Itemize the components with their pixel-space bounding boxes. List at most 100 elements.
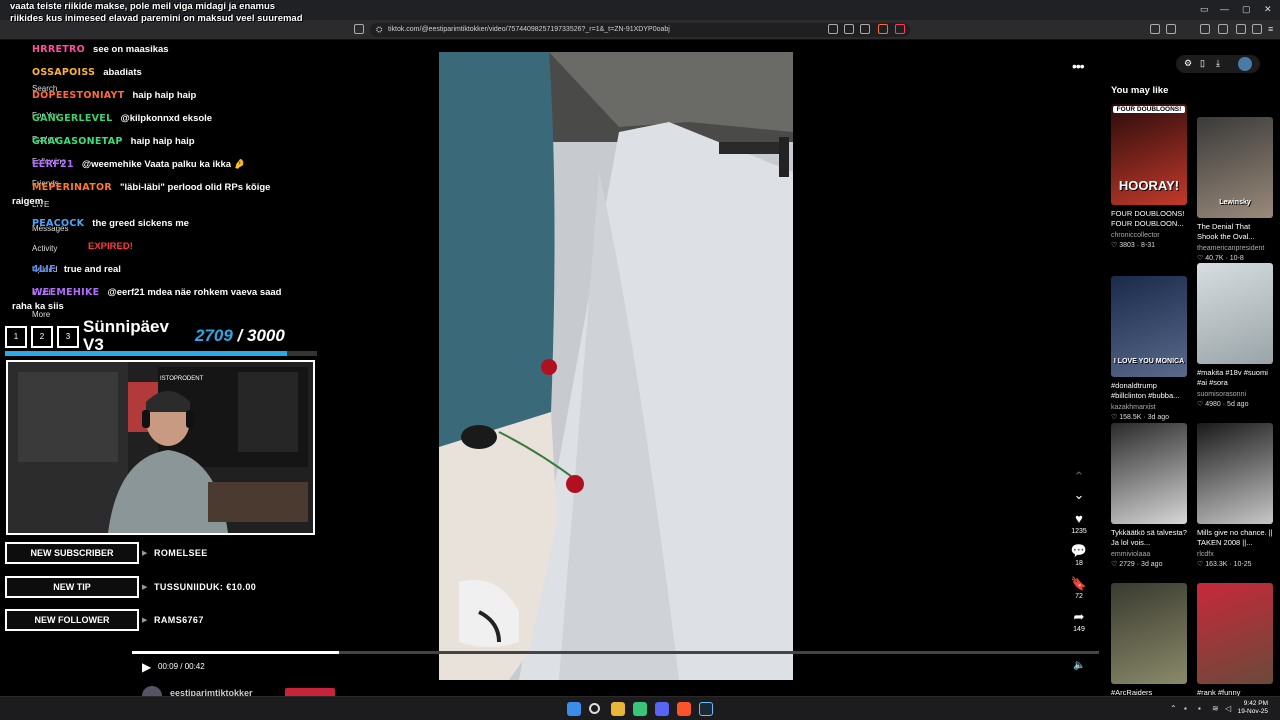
chat-text: @kilpkonnxd eksole xyxy=(120,113,213,124)
maximize-icon[interactable]: ▢ xyxy=(1242,4,1251,15)
video-thumbnail[interactable] xyxy=(1111,583,1187,684)
alert-new-tip-value: TUSSUNIIDUK: €10.00 xyxy=(154,582,257,592)
video-progress-bar[interactable] xyxy=(132,651,1099,654)
heart-outline-icon: ♡ xyxy=(1111,242,1120,249)
discord-icon[interactable] xyxy=(655,702,669,716)
heart-outline-icon: ♡ xyxy=(1111,561,1120,568)
chat-message: OSSAPOISS abadiats xyxy=(12,67,142,78)
video-author[interactable]: chroniccollector xyxy=(1111,231,1187,241)
like-button[interactable]: ♥ 1235 xyxy=(1064,512,1094,536)
picture-in-picture-icon[interactable] xyxy=(844,24,854,34)
video-progress-fill xyxy=(132,651,339,654)
recommended-video-card[interactable]: I LOVE YOU MONICA #donaldtrump #billclint… xyxy=(1111,276,1187,423)
site-info-icon[interactable]: ⛭ xyxy=(376,23,382,37)
video-thumbnail[interactable]: FOUR DOUBLOONS! HOORAY! xyxy=(1111,104,1187,205)
screen: ▭ — ▢ ✕ ⛭ tiktok.com/@eestiparimtiktokke… xyxy=(0,0,1280,720)
url-text: tiktok.com/@eestiparimtiktokker/video/75… xyxy=(388,26,670,33)
thumbnail-caption: HOORAY! xyxy=(1118,178,1180,193)
system-clock[interactable]: 9:42 PM 19-Nov-25 xyxy=(1238,700,1268,716)
chat-username: OSSAPOISS xyxy=(32,67,96,78)
previous-video-button[interactable]: ⌃ xyxy=(1064,470,1094,484)
video-meta: ♡ 4980 · 5d ago xyxy=(1197,400,1273,410)
window-extra-icon[interactable]: ▭ xyxy=(1200,4,1209,15)
you-may-like-title: You may like xyxy=(1111,85,1169,96)
brave-rewards-icon[interactable] xyxy=(895,24,905,34)
recommended-video-card[interactable]: #rank #funny xyxy=(1197,583,1273,710)
vpn-icon[interactable] xyxy=(1218,24,1228,34)
video-thumbnail[interactable]: Lewinsky xyxy=(1197,117,1273,218)
video-thumbnail[interactable] xyxy=(1197,423,1273,524)
play-icon[interactable]: ▶ xyxy=(142,660,151,674)
recommended-video-card[interactable]: FOUR DOUBLOONS! HOORAY! FOUR DOUBLOONS! FO… xyxy=(1111,104,1187,251)
chevron-down-icon: ⌄ xyxy=(1073,487,1085,502)
leo-icon[interactable] xyxy=(1252,24,1262,34)
comment-count: 18 xyxy=(1075,560,1083,567)
settings-icon[interactable]: ⚙ xyxy=(1184,58,1192,69)
like-count: 1235 xyxy=(1071,528,1087,535)
chat-username: 4LIF xyxy=(32,264,56,275)
chat-message: EXPIRED! xyxy=(12,241,133,252)
comment-button[interactable]: 💬 18 xyxy=(1064,544,1094,568)
tray-app2-icon[interactable]: ▪ xyxy=(1198,704,1201,713)
video-author[interactable]: theamericanpresident xyxy=(1197,244,1273,254)
file-explorer-icon[interactable] xyxy=(611,702,625,716)
close-icon[interactable]: ✕ xyxy=(1264,4,1272,15)
video-thumbnail[interactable]: I LOVE YOU MONICA xyxy=(1111,276,1187,377)
phone-icon[interactable]: ▯ xyxy=(1200,58,1205,69)
tray-app-icon[interactable]: ▪ xyxy=(1184,704,1187,713)
video-author[interactable]: rlcdfx xyxy=(1197,550,1273,560)
wallet-icon[interactable] xyxy=(1236,24,1246,34)
chat-username: GANGERLEVEL xyxy=(32,113,113,124)
start-icon[interactable] xyxy=(567,702,581,716)
video-title[interactable]: #donaldtrump #billclinton #bubba... xyxy=(1111,381,1187,403)
translate-icon[interactable] xyxy=(828,24,838,34)
video-thumbnail[interactable] xyxy=(1111,423,1187,524)
brave-shields-icon[interactable] xyxy=(878,24,888,34)
search-icon[interactable] xyxy=(589,703,600,714)
recommended-video-card[interactable]: #ArcRaiders xyxy=(1111,583,1187,710)
profile-avatar[interactable] xyxy=(1238,57,1252,71)
minimize-icon[interactable]: — xyxy=(1220,4,1229,14)
video-title[interactable]: FOUR DOUBLOONS! FOUR DOUBLOON... xyxy=(1111,209,1187,231)
recommended-video-card[interactable]: Tykkäätkö sä talvesta? Ja lol vois... emm… xyxy=(1111,423,1187,570)
tray-chevron-icon[interactable]: ⌃ xyxy=(1170,704,1177,713)
video-title[interactable]: #makita #18v #suomi #ai #sora xyxy=(1197,368,1273,390)
extensions-icon[interactable] xyxy=(1150,24,1160,34)
alert-new-subscriber-value: ROMELSEE xyxy=(154,548,208,558)
video-title[interactable]: The Denial That Shook the Oval... xyxy=(1197,222,1273,244)
download-icon[interactable]: ⤓ xyxy=(1216,58,1220,69)
chat-message: raha ka siis xyxy=(12,301,64,312)
clock-date: 19-Nov-25 xyxy=(1237,708,1268,715)
video-date: 5d ago xyxy=(1227,401,1249,408)
chat-username: HRRETRO xyxy=(32,44,86,55)
volume-icon[interactable]: 🔈 xyxy=(1073,660,1085,671)
steam-icon[interactable] xyxy=(699,702,713,716)
brave-icon[interactable] xyxy=(677,702,691,716)
volume-tray-icon[interactable]: ◁ xyxy=(1225,704,1231,713)
video-title[interactable]: Mills give no chance. || TAKEN 2008 ||..… xyxy=(1197,528,1273,550)
recommended-video-card[interactable]: Lewinsky The Denial That Shook the Oval..… xyxy=(1197,117,1273,264)
more-options-icon[interactable]: ••• xyxy=(1072,58,1085,74)
video-thumbnail[interactable] xyxy=(1197,583,1273,684)
app-icon[interactable] xyxy=(633,702,647,716)
heart-outline-icon: ♡ xyxy=(1197,561,1206,568)
video-player[interactable] xyxy=(439,52,793,680)
share-button[interactable]: ➦ 149 xyxy=(1064,610,1094,634)
video-author[interactable]: suomisorasonni xyxy=(1197,390,1273,400)
video-title[interactable]: Tykkäätkö sä talvesta? Ja lol vois... xyxy=(1111,528,1187,550)
recommended-video-card[interactable]: Mills give no chance. || TAKEN 2008 ||..… xyxy=(1197,423,1273,570)
recommended-video-card[interactable]: #makita #18v #suomi #ai #sora suomisoraso… xyxy=(1197,263,1273,410)
video-thumbnail[interactable] xyxy=(1197,263,1273,364)
save-button[interactable]: 🔖 72 xyxy=(1064,577,1094,601)
share-icon[interactable] xyxy=(860,24,870,34)
downloads-icon[interactable] xyxy=(1200,24,1210,34)
bookmark-icon[interactable] xyxy=(354,24,364,34)
video-author[interactable]: emmiviolaaa xyxy=(1111,550,1187,560)
video-author[interactable]: kazakhmarxist xyxy=(1111,403,1187,413)
chat-username: MEPERINATOR xyxy=(32,182,112,193)
wifi-icon[interactable]: ≋ xyxy=(1212,704,1219,713)
menu-icon[interactable]: ≡ xyxy=(1268,24,1273,34)
next-video-button[interactable]: ⌄ xyxy=(1064,488,1094,502)
chat-text: see on maasikas xyxy=(93,44,169,55)
sidebar-icon[interactable] xyxy=(1166,24,1176,34)
